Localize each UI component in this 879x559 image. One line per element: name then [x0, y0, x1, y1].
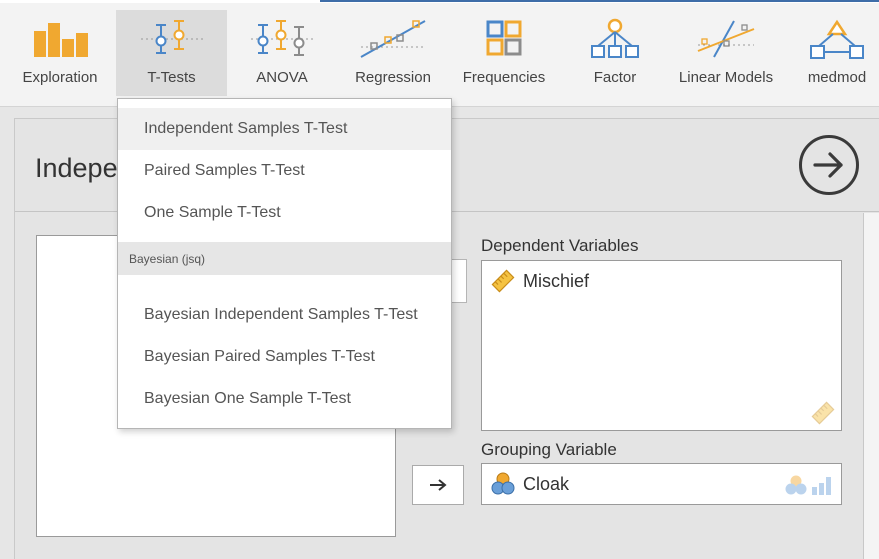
grouping-variable-label: Grouping Variable	[481, 440, 617, 459]
ribbon-button-linear-models[interactable]: Linear Models	[676, 10, 776, 96]
ribbon-button-factor[interactable]: Factor	[580, 10, 650, 96]
ruler-watermark-icon	[811, 401, 835, 425]
ribbon-button-medmod[interactable]: medmod	[799, 10, 875, 96]
title-bar-accent	[320, 0, 879, 2]
ribbon-label-medmod: medmod	[807, 69, 867, 86]
ribbon-button-regression[interactable]: Regression	[348, 10, 438, 96]
ribbon-button-anova[interactable]: ANOVA	[242, 10, 322, 96]
variable-name: Mischief	[523, 270, 590, 291]
regression-icon	[353, 18, 433, 60]
ribbon-toolbar: Exploration T-Tests ANOVA Regression Fre…	[0, 0, 879, 107]
menu-item-bayesian-paired-samples-t-test[interactable]: Bayesian Paired Samples T-Test	[118, 336, 451, 378]
ribbon-button-frequencies[interactable]: Frequencies	[459, 10, 549, 96]
scrollbar[interactable]	[863, 213, 879, 559]
list-item[interactable]: Mischief	[490, 268, 589, 294]
arrow-right-icon	[430, 479, 447, 491]
ribbon-label-regression: Regression	[355, 69, 431, 86]
nominal-variable-icon	[491, 472, 515, 495]
frequencies-icon	[464, 18, 544, 60]
ribbon-label-factor: Factor	[593, 69, 637, 86]
menu-item-bayesian-independent-samples-t-test[interactable]: Bayesian Independent Samples T-Test	[118, 294, 451, 336]
menu-item-one-sample-t-test[interactable]: One Sample T-Test	[118, 192, 451, 234]
menu-group-header-bayesian: Bayesian (jsq)	[118, 242, 451, 275]
medmod-icon	[797, 18, 877, 60]
linear-models-icon	[686, 18, 766, 60]
arrow-right-circle-icon	[813, 152, 843, 178]
menu-item-paired-samples-t-test[interactable]: Paired Samples T-Test	[118, 150, 451, 192]
ribbon-label-t-tests: T-Tests	[147, 69, 196, 86]
dependent-variables-label: Dependent Variables	[481, 236, 639, 255]
page-title: Indepe	[35, 153, 118, 183]
variable-name: Cloak	[523, 473, 570, 494]
ribbon-label-anova: ANOVA	[256, 69, 308, 86]
dependent-variables-box[interactable]: Mischief	[481, 260, 842, 431]
menu-item-independent-samples-t-test[interactable]: Independent Samples T-Test	[118, 108, 451, 150]
ribbon-button-t-tests[interactable]: T-Tests	[116, 10, 227, 96]
ribbon-label-linear-models: Linear Models	[678, 69, 774, 86]
ruler-icon	[491, 269, 515, 293]
list-item[interactable]: Cloak	[490, 471, 569, 497]
ttest-icon	[132, 18, 212, 60]
anova-icon	[242, 18, 322, 60]
factor-icon	[575, 18, 655, 60]
menu-item-bayesian-one-sample-t-test[interactable]: Bayesian One Sample T-Test	[118, 378, 451, 420]
ribbon-label-frequencies: Frequencies	[462, 69, 546, 86]
ribbon-button-exploration[interactable]: Exploration	[18, 10, 102, 96]
grouping-variable-box[interactable]: Cloak	[481, 463, 842, 505]
move-to-dependent-button[interactable]	[451, 259, 467, 303]
nominal-ordinal-watermark-icon	[785, 475, 831, 495]
run-arrow-button[interactable]	[799, 135, 859, 195]
t-tests-dropdown-menu: Independent Samples T-Test Paired Sample…	[117, 98, 452, 429]
move-to-grouping-button[interactable]	[412, 465, 464, 505]
ribbon-label-exploration: Exploration	[22, 69, 98, 86]
bar-chart-icon	[20, 18, 100, 60]
